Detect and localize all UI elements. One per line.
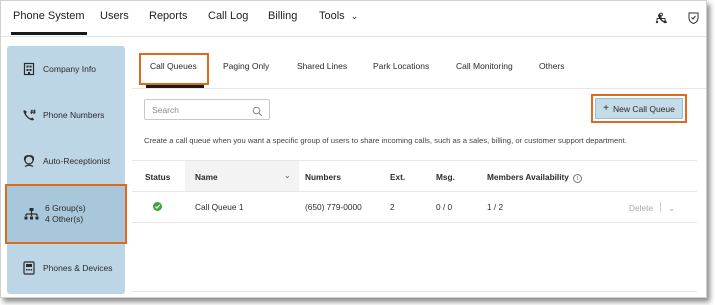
sidebar-item-phone-numbers[interactable]: Phone Numbers [7,92,125,138]
others-count: 4 Other(s) [45,214,84,224]
chevron-down-icon: ⌄ [350,11,359,21]
new-call-queue-label: New Call Queue [612,103,675,114]
sidebar-item-label: Phone Numbers [43,109,105,120]
sidebar-item-company-info[interactable]: Company Info [7,46,125,92]
phone-icon[interactable] [657,11,669,24]
tab-park-locations[interactable]: Park Locations [373,61,429,71]
subtab-bar: Call Queues Paging Only Shared Lines Par… [132,45,706,89]
sidebar-item-phones-devices[interactable]: Phones & Devices [7,244,125,292]
nav-users[interactable]: Users [100,10,129,22]
sidebar-item-label: Phones & Devices [43,262,113,273]
sidebar-item-groups[interactable]: 6 Group(s) 4 Other(s) [5,184,127,244]
app-window: Phone System Users Reports Call Log Bill… [0,0,707,298]
col-members-label: Members Availability [487,172,569,182]
tab-paging-only[interactable]: Paging Only [223,61,269,71]
col-members-availability: Members Availability i [487,172,582,183]
queue-msg: 0 / 0 [436,202,453,212]
sidebar-item-label: Company Info [43,63,96,74]
col-msg: Msg. [436,172,455,182]
tab-others[interactable]: Others [539,61,565,71]
nav-tools[interactable]: Tools ⌄ [319,10,358,22]
divider [659,202,661,212]
info-icon[interactable]: i [572,174,582,183]
row-actions: Delete ⌄ [629,202,675,213]
nav-billing[interactable]: Billing [268,10,297,22]
queue-ext: 2 [390,202,395,212]
col-numbers: Numbers [305,172,341,182]
search-input[interactable] [152,103,248,117]
page-description: Create a call queue when you want a spec… [144,136,627,145]
divider [132,291,697,292]
main-panel: Call Queues Paging Only Shared Lines Par… [132,45,706,297]
col-status: Status [145,172,171,182]
table-header: Status Name ⌄ Numbers Ext. Msg. Members … [132,160,697,192]
col-ext: Ext. [390,172,406,182]
phone-hash-icon [21,107,37,123]
sidebar: Company Info Phone Numbers Auto-Receptio… [5,46,127,294]
queue-members: 1 / 2 [487,202,504,212]
table-row[interactable]: Call Queue 1 (650) 779-0000 2 0 / 0 1 / … [132,192,697,223]
search-icon[interactable] [252,104,263,122]
new-call-queue-highlight: + New Call Queue [591,94,687,123]
active-tab-underline [146,85,204,88]
queue-number: (650) 779-0000 [305,202,362,212]
sidebar-item-label: 6 Group(s) 4 Other(s) [45,203,86,225]
col-name[interactable]: Name [195,172,218,182]
groups-count: 6 Group(s) [45,203,86,213]
plus-icon: + [603,103,609,114]
queue-name[interactable]: Call Queue 1 [195,202,243,212]
top-navigation: Phone System Users Reports Call Log Bill… [1,1,706,37]
delete-button[interactable]: Delete [629,203,653,213]
new-call-queue-button[interactable]: + New Call Queue [595,98,683,119]
chevron-down-icon[interactable]: ⌄ [668,203,675,213]
nav-reports[interactable]: Reports [149,10,188,22]
nav-phone-system[interactable]: Phone System [11,10,87,35]
tab-call-monitoring[interactable]: Call Monitoring [456,61,513,71]
tab-shared-lines[interactable]: Shared Lines [297,61,347,71]
building-icon [21,61,37,77]
receptionist-icon [21,153,37,169]
sidebar-item-label: Auto-Receptionist [43,155,111,166]
tab-call-queues[interactable]: Call Queues [150,61,197,71]
desk-phone-icon [21,260,37,276]
org-chart-icon [23,206,39,222]
status-active-icon [153,202,162,211]
nav-tools-label: Tools [319,10,345,22]
search-box[interactable] [144,99,270,120]
sidebar-item-auto-receptionist[interactable]: Auto-Receptionist [7,138,125,184]
shield-icon[interactable] [686,11,700,25]
chevron-down-icon[interactable]: ⌄ [284,171,291,180]
nav-call-log[interactable]: Call Log [208,10,248,22]
